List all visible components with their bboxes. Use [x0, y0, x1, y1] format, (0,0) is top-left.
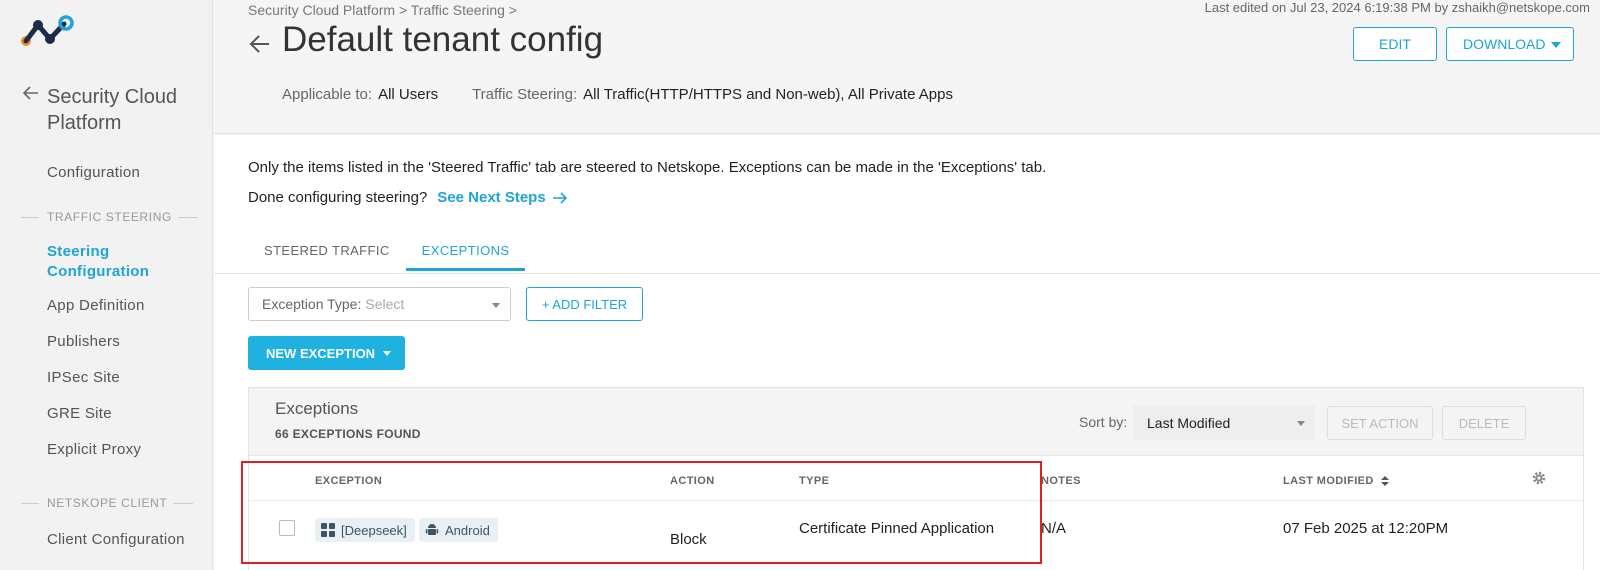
sidebar-item-publishers[interactable]: Publishers	[47, 333, 120, 350]
gear-icon[interactable]	[1531, 470, 1547, 486]
panel-title: Exceptions	[275, 399, 359, 418]
sort-value: Last Modified	[1147, 415, 1231, 431]
panel-header: Exceptions 66 EXCEPTIONS FOUND Sort by: …	[249, 388, 1583, 456]
sort-arrows-icon	[1381, 476, 1390, 487]
steering-value: All Traffic(HTTP/HTTPS and Non-web), All…	[583, 86, 953, 103]
back-arrow-icon[interactable]	[22, 84, 40, 102]
notes-cell: N/A	[1041, 520, 1067, 537]
page-header: Security Cloud Platform > Traffic Steeri…	[214, 0, 1600, 134]
filter-label: Exception Type:	[262, 296, 362, 312]
app-grid-icon	[321, 523, 335, 537]
column-header-exception[interactable]: EXCEPTION	[315, 475, 382, 487]
page-title: Default tenant config	[282, 20, 604, 59]
sidebar-title: Security Cloud Platform	[47, 86, 178, 134]
app-name: [Deepseek]	[341, 522, 407, 538]
app-chip[interactable]: [Deepseek]	[315, 518, 415, 542]
column-header-type[interactable]: TYPE	[799, 475, 829, 487]
new-exception-label: NEW EXCEPTION	[266, 345, 376, 361]
sidebar-item-gre-site[interactable]: GRE Site	[47, 405, 112, 422]
action-cell: Block	[670, 531, 707, 548]
android-icon	[425, 524, 439, 535]
type-cell: Certificate Pinned Application	[799, 520, 995, 537]
column-header-action[interactable]: ACTION	[670, 475, 715, 487]
back-arrow-icon[interactable]	[248, 32, 272, 56]
column-header-last-modified[interactable]: LAST MODIFIED	[1283, 475, 1390, 487]
last-edited-text: Last edited on Jul 23, 2024 6:19:38 PM b…	[1204, 0, 1590, 15]
applicable-label: Applicable to:	[282, 86, 373, 103]
row-checkbox[interactable]	[279, 520, 295, 536]
exceptions-count: 66 EXCEPTIONS FOUND	[275, 427, 421, 441]
delete-button[interactable]: DELETE	[1442, 406, 1526, 440]
sidebar-item-app-definition[interactable]: App Definition	[47, 297, 145, 314]
arrow-right-icon	[552, 191, 567, 204]
chevron-down-icon	[1551, 42, 1561, 48]
see-next-steps-link[interactable]: See Next Steps	[437, 189, 567, 206]
steering-label: Traffic Steering:	[472, 86, 578, 103]
exceptions-panel: Exceptions 66 EXCEPTIONS FOUND Sort by: …	[248, 387, 1584, 570]
sidebar: Security Cloud Platform Configuration TR…	[0, 0, 213, 570]
sidebar-item-steering-configuration[interactable]: Steering Configuration	[47, 242, 177, 282]
platform-name: Android	[445, 522, 490, 538]
last-modified-cell: 07 Feb 2025 at 12:20PM	[1283, 520, 1449, 537]
column-header-notes[interactable]: NOTES	[1041, 475, 1081, 487]
chevron-down-icon	[383, 351, 391, 356]
add-filter-button[interactable]: + ADD FILTER	[526, 287, 643, 321]
main-content: Only the items listed in the 'Steered Tr…	[214, 135, 1600, 570]
next-steps-line: Done configuring steering? See Next Step…	[248, 189, 568, 206]
chevron-down-icon	[1297, 421, 1305, 426]
platform-chip[interactable]: Android	[419, 518, 498, 542]
sort-select[interactable]: Last Modified	[1133, 406, 1315, 440]
sidebar-item-configuration[interactable]: Configuration	[47, 164, 140, 181]
sidebar-section-netskope-client: NETSKOPE CLIENT	[21, 496, 194, 510]
sidebar-item-explicit-proxy[interactable]: Explicit Proxy	[47, 441, 141, 458]
tab-steered-traffic[interactable]: STEERED TRAFFIC	[248, 231, 406, 271]
done-text: Done configuring steering?	[248, 189, 428, 206]
header-divider	[249, 500, 1583, 501]
config-meta: Applicable to: All Users Traffic Steerin…	[282, 86, 987, 103]
tab-bar: STEERED TRAFFIC EXCEPTIONS	[248, 231, 526, 271]
sidebar-section-traffic-steering: TRAFFIC STEERING	[21, 210, 198, 224]
edit-button[interactable]: EDIT	[1353, 27, 1437, 61]
sidebar-item-ipsec-site[interactable]: IPSec Site	[47, 369, 120, 386]
tab-exceptions[interactable]: EXCEPTIONS	[405, 231, 526, 271]
sort-label: Sort by:	[1079, 414, 1128, 430]
applicable-value: All Users	[378, 86, 439, 103]
netskope-logo	[21, 15, 74, 46]
breadcrumb[interactable]: Security Cloud Platform > Traffic Steeri…	[248, 2, 517, 18]
filter-placeholder: Select	[365, 296, 405, 312]
sidebar-item-client-configuration[interactable]: Client Configuration	[47, 531, 185, 548]
exception-type-filter[interactable]: Exception Type: Select	[248, 287, 511, 321]
download-button[interactable]: DOWNLOAD	[1446, 27, 1574, 61]
download-label: DOWNLOAD	[1463, 36, 1546, 52]
tabs-divider	[214, 273, 1600, 274]
chevron-down-icon	[492, 303, 500, 308]
set-action-button[interactable]: SET ACTION	[1327, 406, 1433, 440]
new-exception-button[interactable]: NEW EXCEPTION	[248, 336, 405, 370]
info-text: Only the items listed in the 'Steered Tr…	[248, 159, 1047, 176]
